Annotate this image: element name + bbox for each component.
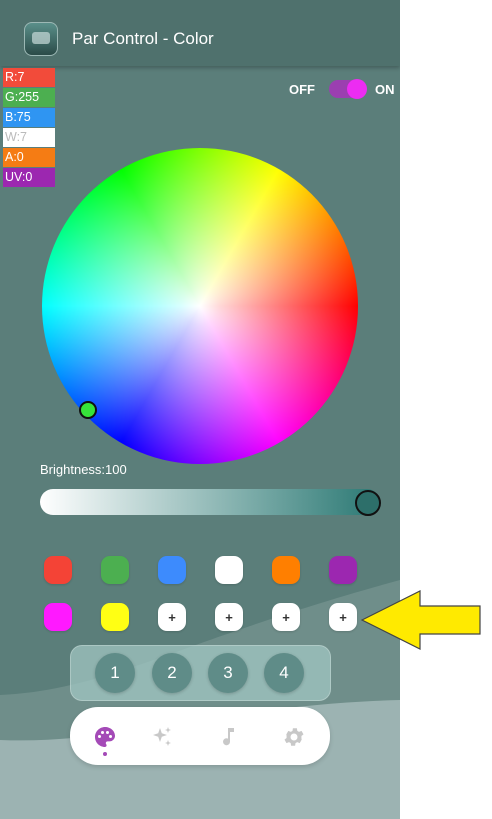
add-preset-button[interactable]: + — [215, 603, 243, 631]
scene-button-3[interactable]: 3 — [208, 653, 248, 693]
channel-red-value: R:7 — [3, 68, 55, 87]
active-tab-indicator — [103, 752, 107, 756]
scene-button-2[interactable]: 2 — [152, 653, 192, 693]
brightness-slider[interactable] — [40, 489, 380, 515]
preset-color-purple[interactable] — [329, 556, 357, 584]
scene-button-4[interactable]: 4 — [264, 653, 304, 693]
power-toggle[interactable] — [329, 79, 367, 99]
sparkles-icon[interactable] — [150, 725, 174, 749]
music-note-icon[interactable] — [216, 725, 240, 749]
app-screen: Par Control - Color R:7 G:255 B:75 W:7 A… — [0, 0, 400, 819]
add-preset-button[interactable]: + — [329, 603, 357, 631]
preset-color-red[interactable] — [44, 556, 72, 584]
preset-color-orange[interactable] — [272, 556, 300, 584]
power-off-label: OFF — [289, 82, 315, 97]
gear-icon[interactable] — [282, 725, 306, 749]
preset-color-white[interactable] — [215, 556, 243, 584]
preset-color-magenta[interactable] — [44, 603, 72, 631]
brightness-label: Brightness:100 — [40, 462, 127, 477]
power-on-label: ON — [375, 82, 395, 97]
page-title: Par Control - Color — [72, 29, 214, 48]
channel-uv-value: UV:0 — [3, 168, 55, 187]
preset-color-yellow[interactable] — [101, 603, 129, 631]
preset-color-green[interactable] — [101, 556, 129, 584]
color-wheel-selector[interactable] — [79, 401, 97, 419]
palette-icon[interactable] — [93, 725, 117, 749]
preset-color-blue[interactable] — [158, 556, 186, 584]
scene-button-1[interactable]: 1 — [95, 653, 135, 693]
add-preset-button[interactable]: + — [158, 603, 186, 631]
channel-white-value: W:7 — [3, 128, 55, 147]
app-logo-icon — [24, 22, 58, 56]
channel-green-value: G:255 — [3, 88, 55, 107]
channel-values: R:7 G:255 B:75 W:7 A:0 UV:0 — [3, 68, 55, 188]
yellow-arrow-icon — [360, 590, 481, 650]
brightness-slider-handle[interactable] — [355, 490, 381, 516]
power-toggle-knob — [347, 79, 367, 99]
channel-amber-value: A:0 — [3, 148, 55, 167]
add-preset-button[interactable]: + — [272, 603, 300, 631]
channel-blue-value: B:75 — [3, 108, 55, 127]
app-header: Par Control - Color — [0, 0, 400, 66]
